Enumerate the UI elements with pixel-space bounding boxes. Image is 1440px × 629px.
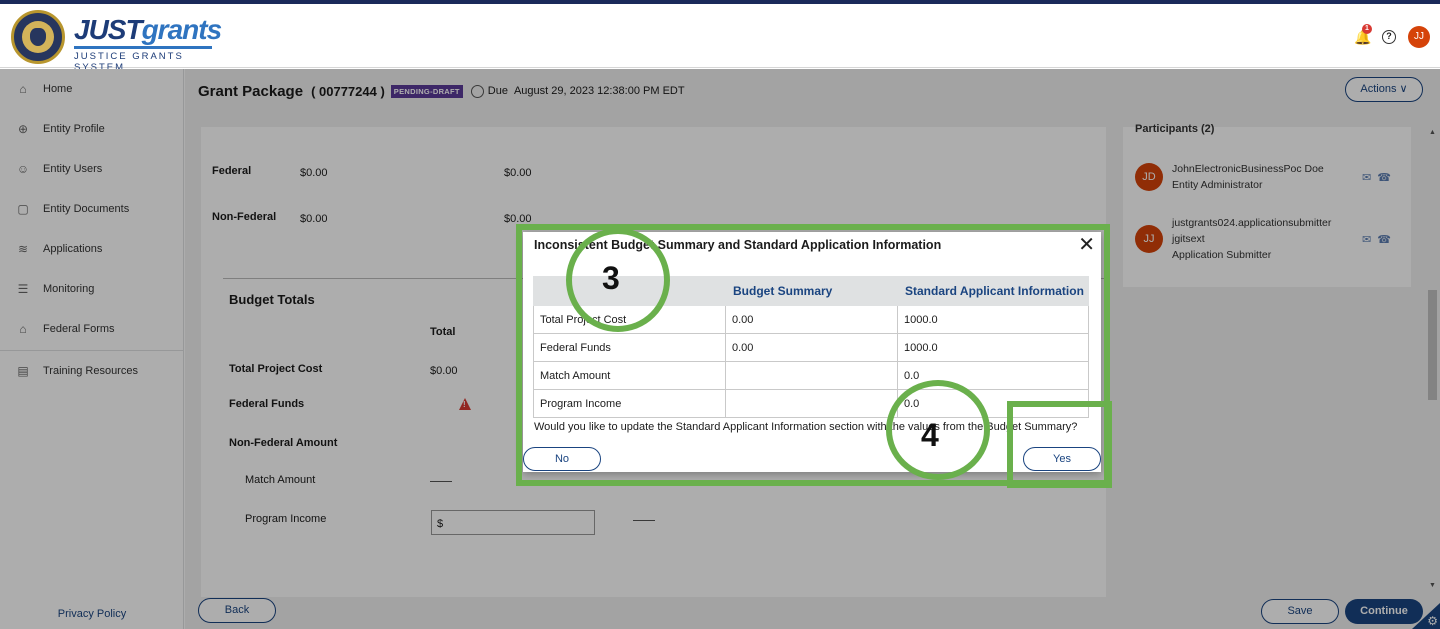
annotation-yes-button-highlight xyxy=(1007,401,1112,488)
seal-inner xyxy=(22,21,54,53)
app-header: JUSTgrants JUSTICE GRANTS SYSTEM 🔔 1 ? JJ xyxy=(0,4,1440,73)
seal-eagle xyxy=(30,28,46,46)
brand-wordmark: JUSTgrants xyxy=(74,14,223,45)
brand-grants: grants xyxy=(141,14,223,45)
annotation-step-4-label: 4 xyxy=(921,417,939,453)
notification-bell-icon[interactable]: 🔔 1 xyxy=(1354,24,1372,45)
notification-count-badge: 1 xyxy=(1362,24,1372,34)
annotation-step-3-label: 3 xyxy=(602,260,620,296)
doj-seal-logo[interactable] xyxy=(11,10,65,64)
brand-logo[interactable]: JUSTgrants JUSTICE GRANTS SYSTEM xyxy=(74,14,223,73)
help-icon[interactable]: ? xyxy=(1382,30,1396,44)
header-actions: 🔔 1 ? JJ xyxy=(1354,24,1430,48)
user-avatar[interactable]: JJ xyxy=(1408,26,1430,48)
brand-just: JUST xyxy=(74,14,143,45)
